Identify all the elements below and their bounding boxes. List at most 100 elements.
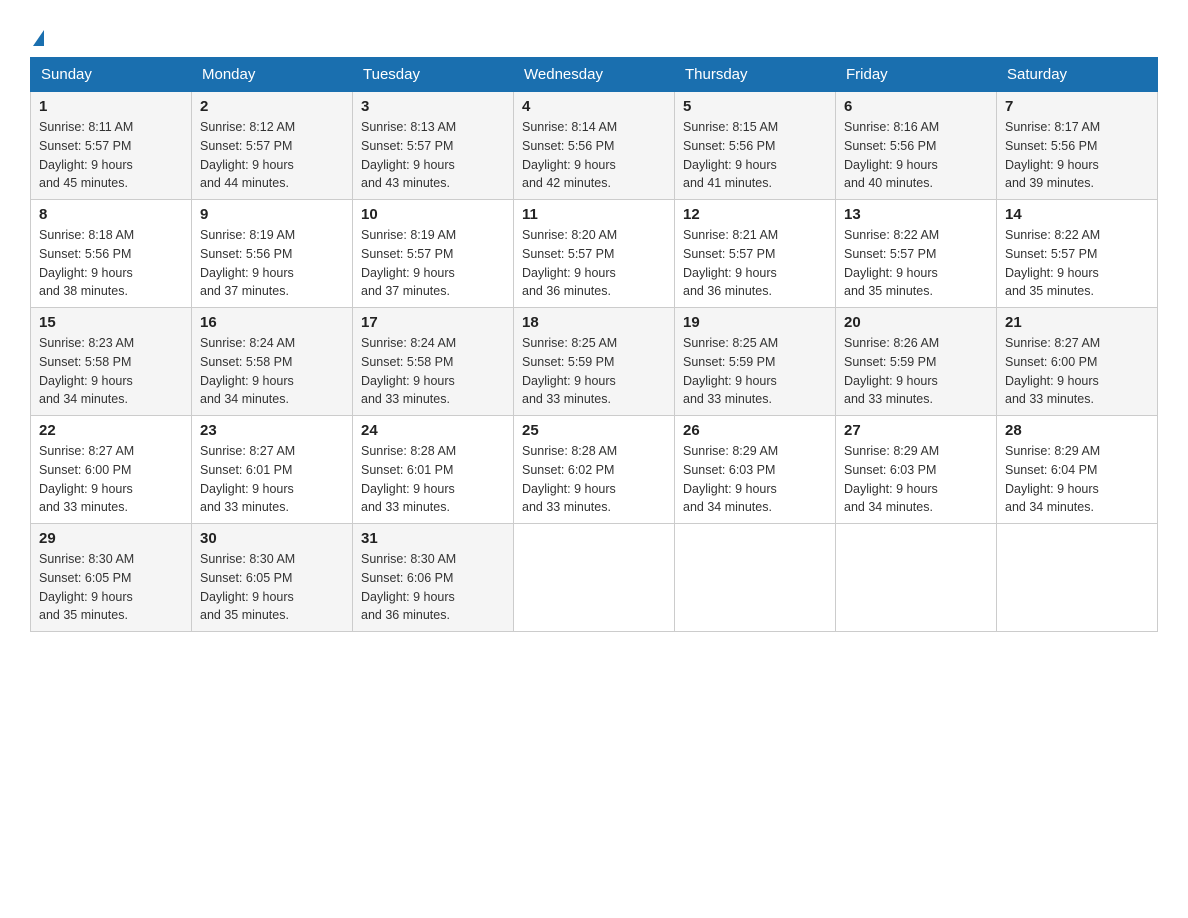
calendar-cell: 4Sunrise: 8:14 AMSunset: 5:56 PMDaylight… bbox=[514, 92, 675, 200]
calendar-cell: 25 Sunrise: 8:28 AMSunset: 6:02 PMDayligh… bbox=[514, 416, 675, 524]
calendar-cell: 15 Sunrise: 8:23 AMSunset: 5:58 PMDayligh… bbox=[31, 308, 192, 416]
header-monday: Monday bbox=[192, 58, 353, 92]
day-info: Sunrise: 8:29 AMSunset: 6:03 PMDaylight:… bbox=[844, 442, 988, 517]
day-number: 27 bbox=[844, 422, 988, 439]
calendar-cell: 5 Sunrise: 8:15 AMSunset: 5:56 PMDaylight… bbox=[675, 92, 836, 200]
calendar-cell: 28 Sunrise: 8:29 AMSunset: 6:04 PMDayligh… bbox=[997, 416, 1158, 524]
day-info: Sunrise: 8:25 AMSunset: 5:59 PMDaylight:… bbox=[683, 334, 827, 409]
calendar-week-row: 1 Sunrise: 8:11 AMSunset: 5:57 PMDaylight… bbox=[31, 92, 1158, 200]
day-info: Sunrise: 8:12 AMSunset: 5:57 PMDaylight:… bbox=[200, 118, 344, 193]
day-info: Sunrise: 8:20 AMSunset: 5:57 PMDaylight:… bbox=[522, 226, 666, 301]
day-number: 24 bbox=[361, 422, 505, 439]
calendar-cell: 6Sunrise: 8:16 AMSunset: 5:56 PMDaylight… bbox=[836, 92, 997, 200]
day-info: Sunrise: 8:21 AMSunset: 5:57 PMDaylight:… bbox=[683, 226, 827, 301]
day-info: Sunrise: 8:19 AMSunset: 5:56 PMDaylight:… bbox=[200, 226, 344, 301]
day-info: Sunrise: 8:13 AMSunset: 5:57 PMDaylight:… bbox=[361, 118, 505, 193]
logo bbox=[30, 20, 44, 47]
day-number: 7 bbox=[1005, 98, 1149, 115]
day-info: Sunrise: 8:19 AMSunset: 5:57 PMDaylight:… bbox=[361, 226, 505, 301]
day-number: 9 bbox=[200, 206, 344, 223]
header-sunday: Sunday bbox=[31, 58, 192, 92]
day-info: Sunrise: 8:28 AMSunset: 6:01 PMDaylight:… bbox=[361, 442, 505, 517]
day-info: Sunrise: 8:30 AMSunset: 6:06 PMDaylight:… bbox=[361, 550, 505, 625]
day-info: Sunrise: 8:17 AMSunset: 5:56 PMDaylight:… bbox=[1005, 118, 1149, 193]
day-info: Sunrise: 8:15 AMSunset: 5:56 PMDaylight:… bbox=[683, 118, 827, 193]
header-saturday: Saturday bbox=[997, 58, 1158, 92]
calendar-cell: 30Sunrise: 8:30 AMSunset: 6:05 PMDayligh… bbox=[192, 524, 353, 632]
day-number: 12 bbox=[683, 206, 827, 223]
day-number: 5 bbox=[683, 98, 827, 115]
calendar-cell bbox=[514, 524, 675, 632]
calendar-cell bbox=[836, 524, 997, 632]
day-number: 22 bbox=[39, 422, 183, 439]
day-number: 14 bbox=[1005, 206, 1149, 223]
day-number: 8 bbox=[39, 206, 183, 223]
calendar-cell: 3 Sunrise: 8:13 AMSunset: 5:57 PMDaylight… bbox=[353, 92, 514, 200]
day-info: Sunrise: 8:27 AMSunset: 6:00 PMDaylight:… bbox=[39, 442, 183, 517]
calendar-cell: 11 Sunrise: 8:20 AMSunset: 5:57 PMDayligh… bbox=[514, 200, 675, 308]
day-number: 4 bbox=[522, 98, 666, 115]
day-number: 1 bbox=[39, 98, 183, 115]
page-header bbox=[30, 20, 1158, 47]
day-number: 29 bbox=[39, 530, 183, 547]
calendar-week-row: 15 Sunrise: 8:23 AMSunset: 5:58 PMDayligh… bbox=[31, 308, 1158, 416]
day-info: Sunrise: 8:11 AMSunset: 5:57 PMDaylight:… bbox=[39, 118, 183, 193]
calendar-cell bbox=[675, 524, 836, 632]
day-info: Sunrise: 8:29 AMSunset: 6:03 PMDaylight:… bbox=[683, 442, 827, 517]
day-info: Sunrise: 8:23 AMSunset: 5:58 PMDaylight:… bbox=[39, 334, 183, 409]
calendar-cell: 18 Sunrise: 8:25 AMSunset: 5:59 PMDayligh… bbox=[514, 308, 675, 416]
day-number: 15 bbox=[39, 314, 183, 331]
day-number: 21 bbox=[1005, 314, 1149, 331]
day-info: Sunrise: 8:25 AMSunset: 5:59 PMDaylight:… bbox=[522, 334, 666, 409]
calendar-cell: 22 Sunrise: 8:27 AMSunset: 6:00 PMDayligh… bbox=[31, 416, 192, 524]
day-number: 28 bbox=[1005, 422, 1149, 439]
day-info: Sunrise: 8:18 AMSunset: 5:56 PMDaylight:… bbox=[39, 226, 183, 301]
day-number: 3 bbox=[361, 98, 505, 115]
calendar-week-row: 29Sunrise: 8:30 AMSunset: 6:05 PMDayligh… bbox=[31, 524, 1158, 632]
day-number: 25 bbox=[522, 422, 666, 439]
day-number: 13 bbox=[844, 206, 988, 223]
calendar-cell: 2 Sunrise: 8:12 AMSunset: 5:57 PMDaylight… bbox=[192, 92, 353, 200]
day-info: Sunrise: 8:29 AMSunset: 6:04 PMDaylight:… bbox=[1005, 442, 1149, 517]
day-number: 11 bbox=[522, 206, 666, 223]
day-number: 10 bbox=[361, 206, 505, 223]
header-wednesday: Wednesday bbox=[514, 58, 675, 92]
day-info: Sunrise: 8:27 AMSunset: 6:00 PMDaylight:… bbox=[1005, 334, 1149, 409]
day-number: 20 bbox=[844, 314, 988, 331]
day-info: Sunrise: 8:24 AMSunset: 5:58 PMDaylight:… bbox=[361, 334, 505, 409]
calendar-cell: 31 Sunrise: 8:30 AMSunset: 6:06 PMDayligh… bbox=[353, 524, 514, 632]
calendar-cell: 13 Sunrise: 8:22 AMSunset: 5:57 PMDayligh… bbox=[836, 200, 997, 308]
calendar-cell: 21 Sunrise: 8:27 AMSunset: 6:00 PMDayligh… bbox=[997, 308, 1158, 416]
calendar-cell: 16Sunrise: 8:24 AMSunset: 5:58 PMDayligh… bbox=[192, 308, 353, 416]
day-number: 30 bbox=[200, 530, 344, 547]
day-info: Sunrise: 8:22 AMSunset: 5:57 PMDaylight:… bbox=[844, 226, 988, 301]
header-friday: Friday bbox=[836, 58, 997, 92]
calendar-cell: 7 Sunrise: 8:17 AMSunset: 5:56 PMDaylight… bbox=[997, 92, 1158, 200]
day-info: Sunrise: 8:28 AMSunset: 6:02 PMDaylight:… bbox=[522, 442, 666, 517]
calendar-cell: 9 Sunrise: 8:19 AMSunset: 5:56 PMDaylight… bbox=[192, 200, 353, 308]
day-info: Sunrise: 8:22 AMSunset: 5:57 PMDaylight:… bbox=[1005, 226, 1149, 301]
calendar-cell: 14 Sunrise: 8:22 AMSunset: 5:57 PMDayligh… bbox=[997, 200, 1158, 308]
day-number: 6 bbox=[844, 98, 988, 115]
header-thursday: Thursday bbox=[675, 58, 836, 92]
calendar-week-row: 22 Sunrise: 8:27 AMSunset: 6:00 PMDayligh… bbox=[31, 416, 1158, 524]
day-number: 19 bbox=[683, 314, 827, 331]
calendar-cell: 17Sunrise: 8:24 AMSunset: 5:58 PMDayligh… bbox=[353, 308, 514, 416]
day-number: 2 bbox=[200, 98, 344, 115]
calendar-week-row: 8 Sunrise: 8:18 AMSunset: 5:56 PMDaylight… bbox=[31, 200, 1158, 308]
calendar-cell: 10 Sunrise: 8:19 AMSunset: 5:57 PMDayligh… bbox=[353, 200, 514, 308]
logo-general-line bbox=[30, 20, 44, 51]
calendar-cell: 20 Sunrise: 8:26 AMSunset: 5:59 PMDayligh… bbox=[836, 308, 997, 416]
logo-triangle-icon bbox=[33, 30, 44, 46]
day-number: 31 bbox=[361, 530, 505, 547]
day-info: Sunrise: 8:24 AMSunset: 5:58 PMDaylight:… bbox=[200, 334, 344, 409]
header-tuesday: Tuesday bbox=[353, 58, 514, 92]
calendar-cell: 12 Sunrise: 8:21 AMSunset: 5:57 PMDayligh… bbox=[675, 200, 836, 308]
calendar-cell: 26Sunrise: 8:29 AMSunset: 6:03 PMDayligh… bbox=[675, 416, 836, 524]
day-info: Sunrise: 8:27 AMSunset: 6:01 PMDaylight:… bbox=[200, 442, 344, 517]
calendar-cell: 29Sunrise: 8:30 AMSunset: 6:05 PMDayligh… bbox=[31, 524, 192, 632]
day-number: 18 bbox=[522, 314, 666, 331]
calendar-header-row: SundayMondayTuesdayWednesdayThursdayFrid… bbox=[31, 58, 1158, 92]
calendar-cell: 27 Sunrise: 8:29 AMSunset: 6:03 PMDayligh… bbox=[836, 416, 997, 524]
day-info: Sunrise: 8:26 AMSunset: 5:59 PMDaylight:… bbox=[844, 334, 988, 409]
